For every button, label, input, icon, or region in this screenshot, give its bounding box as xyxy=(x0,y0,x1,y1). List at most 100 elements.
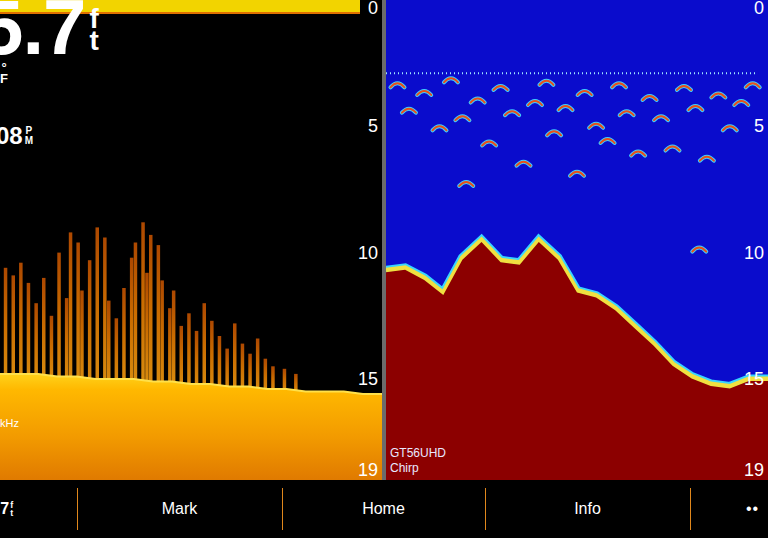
fish-arch-core xyxy=(517,162,531,166)
softkey-button[interactable]: Info xyxy=(485,480,690,538)
fish-arch xyxy=(455,116,469,120)
fish-arch xyxy=(643,96,657,100)
fish-arch-core xyxy=(723,126,737,130)
vegetation-streak xyxy=(122,288,126,381)
fish-arch xyxy=(711,93,725,97)
fish-arch-core xyxy=(601,139,615,143)
softkey-depth-unit-top: f xyxy=(10,501,13,509)
softkey-depth-unit-bottom: t xyxy=(10,509,13,517)
vegetation-streak xyxy=(96,227,100,381)
vegetation-streak xyxy=(27,283,31,376)
vegetation-streak xyxy=(19,263,23,376)
fish-arch-core xyxy=(711,93,725,97)
fish-arch xyxy=(539,81,553,85)
fish-arch-core xyxy=(505,111,519,115)
vegetation-streak xyxy=(134,243,138,381)
depth-scale-label: 15 xyxy=(744,369,764,389)
vegetation-streak xyxy=(50,316,54,378)
fish-arch xyxy=(654,116,668,120)
clock-time: 08 xyxy=(0,122,23,150)
depth-scale-label: 10 xyxy=(744,243,764,263)
softkey-label[interactable]: Mark xyxy=(162,500,198,518)
fish-arch-core xyxy=(654,116,668,120)
softkey-button[interactable]: Home xyxy=(282,480,485,538)
fish-arch-edge xyxy=(494,86,508,90)
fish-arch-edge xyxy=(505,111,519,115)
depth-value: 5.7 xyxy=(0,0,85,66)
vegetation-streak xyxy=(42,278,46,377)
fish-arch xyxy=(601,139,615,143)
temperature-unit: F xyxy=(0,73,8,84)
fish-arch-edge xyxy=(444,78,458,82)
clock-ampm: PM xyxy=(25,126,33,146)
sonar-panels: 051015195.7ft°F08PMkHz05101519GT56UHDChi… xyxy=(0,0,768,480)
vegetation-streak xyxy=(256,339,260,390)
fish-arch xyxy=(559,106,573,110)
traditional-sonar-panel: 051015195.7ft°F08PMkHz xyxy=(0,0,382,480)
fish-arch-edge xyxy=(402,109,416,113)
fish-arch xyxy=(692,248,706,252)
fish-arch-edge xyxy=(455,116,469,120)
vegetation-streak xyxy=(203,303,207,386)
vegetation-streak xyxy=(225,349,229,388)
fish-targets xyxy=(390,78,759,251)
sonar-screen: 051015195.7ft°F08PMkHz05101519GT56UHDChi… xyxy=(0,0,768,538)
softkey-button[interactable]: Mark xyxy=(77,480,282,538)
fish-arch-core xyxy=(620,111,634,115)
vegetation-streak xyxy=(130,258,134,381)
vegetation-streak xyxy=(88,260,92,380)
softkey-label[interactable]: Info xyxy=(574,500,601,518)
fish-arch-core xyxy=(432,126,446,130)
fish-arch xyxy=(700,157,714,161)
fish-arch-core xyxy=(390,83,404,87)
fish-arch-core xyxy=(494,86,508,90)
vegetation-streak xyxy=(69,232,73,378)
vegetation-streak xyxy=(76,243,80,379)
fish-arch-edge xyxy=(620,111,634,115)
bottom-return xyxy=(0,374,382,480)
fish-arch-core xyxy=(589,124,603,128)
fish-arch-core xyxy=(444,78,458,82)
vegetation-streak xyxy=(271,366,275,391)
fish-arch xyxy=(688,106,702,110)
fish-arch-core xyxy=(666,147,680,151)
vegetation-streak xyxy=(218,336,222,387)
vegetation-streak xyxy=(210,321,214,386)
fish-arch-edge xyxy=(711,93,725,97)
bottom-return xyxy=(386,242,768,480)
fish-arch-edge xyxy=(723,126,737,130)
vegetation-streak xyxy=(241,344,245,389)
traditional-sonar-chart: 05101519 xyxy=(0,0,382,480)
depth-scale-label: 19 xyxy=(744,460,764,480)
fish-arch-core xyxy=(459,182,473,186)
fish-arch xyxy=(734,101,748,105)
vegetation-streak xyxy=(141,222,145,382)
fish-arch xyxy=(432,126,446,130)
fish-arch-edge xyxy=(700,157,714,161)
fish-arch-edge xyxy=(570,172,584,176)
depth-unit-top: f xyxy=(89,8,98,30)
temperature-degree: ° xyxy=(1,62,6,73)
more-button[interactable]: •• xyxy=(690,480,768,538)
fish-arch xyxy=(471,99,485,103)
vegetation-streak xyxy=(4,268,8,376)
fish-arch xyxy=(517,162,531,166)
vegetation-streak xyxy=(80,291,84,379)
fish-arch-core xyxy=(700,157,714,161)
softkey-depth-value: 5.7 xyxy=(0,500,9,518)
softkey-label[interactable]: Home xyxy=(362,500,405,518)
vegetation-streak xyxy=(187,313,191,385)
vegetation-streak xyxy=(233,323,237,388)
fish-arch xyxy=(570,172,584,176)
vegetation-streak xyxy=(34,303,38,376)
vegetation-streak xyxy=(283,369,287,391)
fish-arch-edge xyxy=(612,83,626,87)
more-icon[interactable]: •• xyxy=(746,500,759,518)
fish-arch xyxy=(547,131,561,135)
vegetation xyxy=(4,222,298,392)
fish-arch-edge xyxy=(459,182,473,186)
fish-arch-core xyxy=(455,116,469,120)
vegetation-streak xyxy=(195,331,199,386)
depth-scale-label: 5 xyxy=(754,116,764,136)
fish-arch-edge xyxy=(547,131,561,135)
